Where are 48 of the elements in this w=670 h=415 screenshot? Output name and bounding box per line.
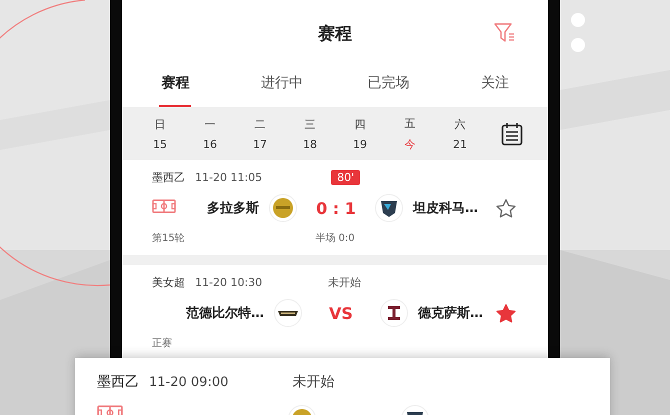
tab[interactable]: 已完场 [365, 60, 412, 107]
home-team: 多拉多斯 [206, 200, 259, 217]
score: 0 : 1 [315, 198, 357, 218]
calendar-icon[interactable] [501, 122, 523, 146]
live-minute-badge: 80' [331, 170, 360, 185]
team-logo [375, 194, 403, 222]
date-button[interactable]: 今 [404, 136, 416, 152]
away-team: 德克萨斯… [418, 305, 484, 322]
date-button[interactable]: 16 [203, 138, 217, 150]
star-icon[interactable] [496, 304, 516, 322]
match-time: 11-20 10:30 [195, 276, 262, 289]
date-button[interactable]: 15 [153, 138, 167, 150]
weekday-label: 四 [354, 116, 366, 132]
match-card[interactable]: 墨西乙 11-20 09:00 未开始 [75, 358, 610, 415]
weekday-label: 六 [454, 116, 466, 132]
tab[interactable]: 进行中 [258, 60, 305, 107]
match-card[interactable]: 美女超 11-20 10:30 未开始 范德比尔特… VS 德克萨斯… 正赛 [122, 265, 548, 350]
pitch-icon [152, 199, 176, 214]
page-title: 赛程 [318, 22, 352, 44]
league-name: 墨西乙 [97, 373, 139, 391]
match-status: 未开始 [328, 275, 362, 290]
weekday-label: 三 [304, 116, 316, 132]
date-button[interactable]: 18 [303, 138, 317, 150]
match-card[interactable]: 墨西乙 11-20 11:05 80' 多拉多斯 0 : 1 坦皮科马… 第15轮 半场 0:0 [122, 160, 548, 265]
halftime-score: 半场 0:0 [315, 232, 355, 245]
league-name: 美女超 [152, 275, 185, 290]
team-logo [274, 299, 302, 327]
date-button[interactable]: 17 [253, 138, 267, 150]
home-team: 范德比尔特… [186, 305, 264, 322]
round-label: 正赛 [152, 336, 173, 350]
weekday-label: 日 [154, 116, 166, 132]
match-status: 未开始 [292, 373, 334, 391]
away-team: 坦皮科马… [413, 200, 479, 217]
weekday-label: 二 [254, 116, 266, 132]
match-time: 11-20 11:05 [195, 171, 262, 184]
filter-icon[interactable] [494, 22, 516, 44]
star-icon[interactable] [496, 198, 516, 218]
weekday-label: 五 [404, 116, 416, 130]
date-button[interactable]: 19 [353, 138, 367, 150]
date-button[interactable]: 21 [453, 138, 467, 150]
tab[interactable]: 关注 [478, 60, 511, 107]
team-logo [380, 299, 408, 327]
match-time: 11-20 09:00 [149, 374, 228, 390]
team-logo [269, 194, 297, 222]
round-label: 第15轮 [152, 232, 186, 245]
versus-label: VS [328, 304, 354, 322]
weekday-label: 一 [204, 116, 216, 132]
league-name: 墨西乙 [152, 170, 185, 185]
